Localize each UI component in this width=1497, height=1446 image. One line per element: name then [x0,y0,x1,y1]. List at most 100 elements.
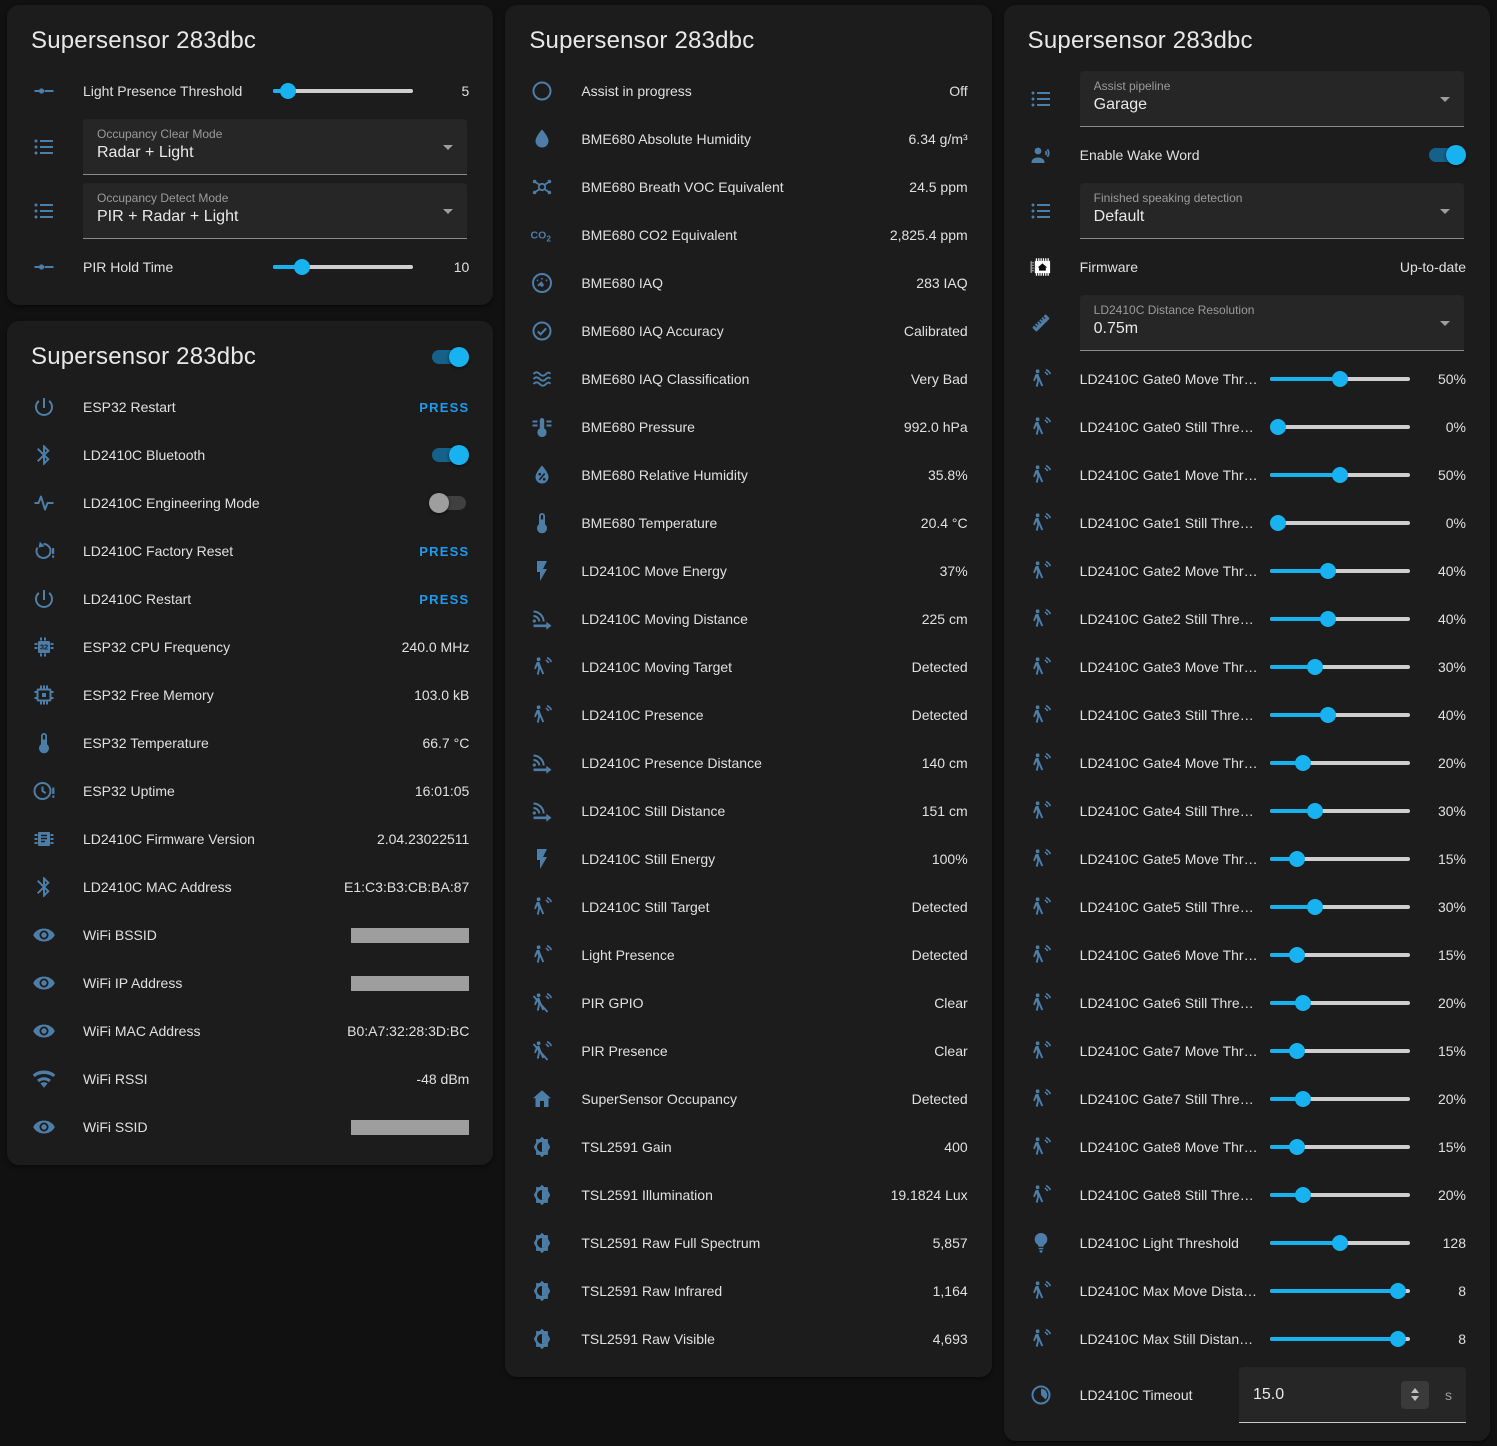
entity-row[interactable]: LD2410C Still TargetDetected [519,883,977,931]
slider-thumb[interactable] [1295,755,1311,771]
slider-thumb[interactable] [1320,563,1336,579]
entity-row[interactable]: TSL2591 Illumination19.1824 Lux [519,1171,977,1219]
value-slider[interactable] [1270,899,1410,915]
entity-row[interactable]: LD2410C Gate0 Move Thr…50% [1018,355,1476,403]
entity-row[interactable]: LD2410C Moving Distance225 cm [519,595,977,643]
entity-toggle[interactable] [429,445,469,465]
entity-row[interactable]: BME680 Relative Humidity35.8% [519,451,977,499]
entity-row[interactable]: CO2BME680 CO2 Equivalent2,825.4 ppm [519,211,977,259]
value-slider[interactable] [1270,1187,1410,1203]
chevron-down-icon[interactable] [1411,1396,1419,1401]
value-slider[interactable] [1270,419,1410,435]
entity-row[interactable]: ESP32 Temperature66.7 °C [21,719,479,767]
slider-thumb[interactable] [1295,1187,1311,1203]
entity-row[interactable]: LD2410C Still Energy100% [519,835,977,883]
entity-row[interactable]: LD2410C Presence Distance140 cm [519,739,977,787]
stepper-control[interactable] [1401,1381,1429,1409]
value-slider[interactable] [1270,1091,1410,1107]
slider-thumb[interactable] [280,83,296,99]
value-slider[interactable] [1270,851,1410,867]
value-slider[interactable] [1270,371,1410,387]
entity-row[interactable]: LD2410C Gate8 Still Thres…20% [1018,1171,1476,1219]
press-button[interactable]: PRESS [419,544,469,559]
slider-thumb[interactable] [1295,995,1311,1011]
entity-row[interactable]: WiFi IP Address [21,959,479,1007]
slider-thumb[interactable] [1332,1235,1348,1251]
value-slider[interactable] [273,259,413,275]
entity-row[interactable]: PIR PresenceClear [519,1027,977,1075]
entity-row[interactable]: LD2410C PresenceDetected [519,691,977,739]
value-slider[interactable] [1270,755,1410,771]
value-slider[interactable] [1270,1331,1410,1347]
entity-row[interactable]: LD2410C Max Still Distanc…8 [1018,1315,1476,1363]
entity-row[interactable]: LD2410C Bluetooth [21,431,479,479]
entity-row[interactable]: FirmwareUp-to-date [1018,243,1476,291]
value-slider[interactable] [1270,947,1410,963]
entity-row[interactable]: LD2410C Engineering Mode [21,479,479,527]
value-slider[interactable] [1270,1283,1410,1299]
entity-row[interactable]: LD2410C Gate2 Move Thr…40% [1018,547,1476,595]
entity-row[interactable]: BME680 Pressure992.0 hPa [519,403,977,451]
entity-row[interactable]: LD2410C Light Threshold128 [1018,1219,1476,1267]
number-row[interactable]: LD2410C Timeout15.0s [1018,1363,1476,1427]
chevron-up-icon[interactable] [1411,1388,1419,1393]
entity-row[interactable]: LD2410C Gate3 Move Thr…30% [1018,643,1476,691]
value-slider[interactable] [1270,467,1410,483]
entity-row[interactable]: TSL2591 Gain400 [519,1123,977,1171]
slider-thumb[interactable] [1320,707,1336,723]
entity-toggle[interactable] [1426,145,1466,165]
select-field[interactable]: LD2410C Distance Resolution0.75m [1080,295,1464,351]
entity-row[interactable]: Assist in progressOff [519,67,977,115]
entity-row[interactable]: LD2410C Gate7 Still Thres…20% [1018,1075,1476,1123]
slider-thumb[interactable] [1289,947,1305,963]
entity-row[interactable]: BME680 Temperature20.4 °C [519,499,977,547]
press-button[interactable]: PRESS [419,592,469,607]
entity-row[interactable]: LD2410C Gate1 Still Thres…0% [1018,499,1476,547]
entity-row[interactable]: BME680 Breath VOC Equivalent24.5 ppm [519,163,977,211]
value-slider[interactable] [1270,707,1410,723]
entity-row[interactable]: LD2410C Still Distance151 cm [519,787,977,835]
value-slider[interactable] [1270,995,1410,1011]
value-slider[interactable] [1270,1043,1410,1059]
entity-row[interactable]: LD2410C Gate1 Move Thr…50% [1018,451,1476,499]
entity-row[interactable]: TSL2591 Raw Infrared1,164 [519,1267,977,1315]
slider-thumb[interactable] [1289,1139,1305,1155]
entity-row[interactable]: BME680 Absolute Humidity6.34 g/m³ [519,115,977,163]
value-slider[interactable] [1270,659,1410,675]
entity-row[interactable]: SuperSensor OccupancyDetected [519,1075,977,1123]
slider-thumb[interactable] [1289,851,1305,867]
entity-row[interactable]: LD2410C Firmware Version2.04.23022511 [21,815,479,863]
entity-row[interactable]: Light PresenceDetected [519,931,977,979]
entity-row[interactable]: BME680 IAQ ClassificationVery Bad [519,355,977,403]
select-field[interactable]: Finished speaking detectionDefault [1080,183,1464,239]
value-slider[interactable] [1270,515,1410,531]
value-slider[interactable] [1270,611,1410,627]
value-slider[interactable] [1270,803,1410,819]
slider-thumb[interactable] [1390,1331,1406,1347]
select-field[interactable]: Occupancy Detect ModePIR + Radar + Light [83,183,467,239]
slider-thumb[interactable] [1307,899,1323,915]
value-slider[interactable] [1270,1235,1410,1251]
value-slider[interactable] [1270,1139,1410,1155]
entity-row[interactable]: BME680 IAQ283 IAQ [519,259,977,307]
slider-thumb[interactable] [1289,1043,1305,1059]
select-field[interactable]: Assist pipelineGarage [1080,71,1464,127]
press-button[interactable]: PRESS [419,400,469,415]
entity-row[interactable]: 32ESP32 CPU Frequency240.0 MHz [21,623,479,671]
entity-row[interactable]: ESP32 RestartPRESS [21,383,479,431]
slider-thumb[interactable] [1270,419,1286,435]
entity-row[interactable]: Enable Wake Word [1018,131,1476,179]
entity-row[interactable]: LD2410C MAC AddressE1:C3:B3:CB:BA:87 [21,863,479,911]
entity-row[interactable]: LD2410C Gate4 Still Thres…30% [1018,787,1476,835]
number-input[interactable]: 15.0s [1239,1367,1466,1423]
slider-thumb[interactable] [1390,1283,1406,1299]
entity-row[interactable]: LD2410C Gate5 Move Thr…15% [1018,835,1476,883]
entity-row[interactable]: LD2410C RestartPRESS [21,575,479,623]
entity-row[interactable]: WiFi BSSID [21,911,479,959]
entity-row[interactable]: BME680 IAQ AccuracyCalibrated [519,307,977,355]
entity-row[interactable]: TSL2591 Raw Visible4,693 [519,1315,977,1363]
entity-row[interactable]: WiFi RSSI-48 dBm [21,1055,479,1103]
entity-row[interactable]: LD2410C Factory ResetPRESS [21,527,479,575]
entity-row[interactable]: LD2410C Gate6 Still Thres…20% [1018,979,1476,1027]
slider-thumb[interactable] [1307,659,1323,675]
